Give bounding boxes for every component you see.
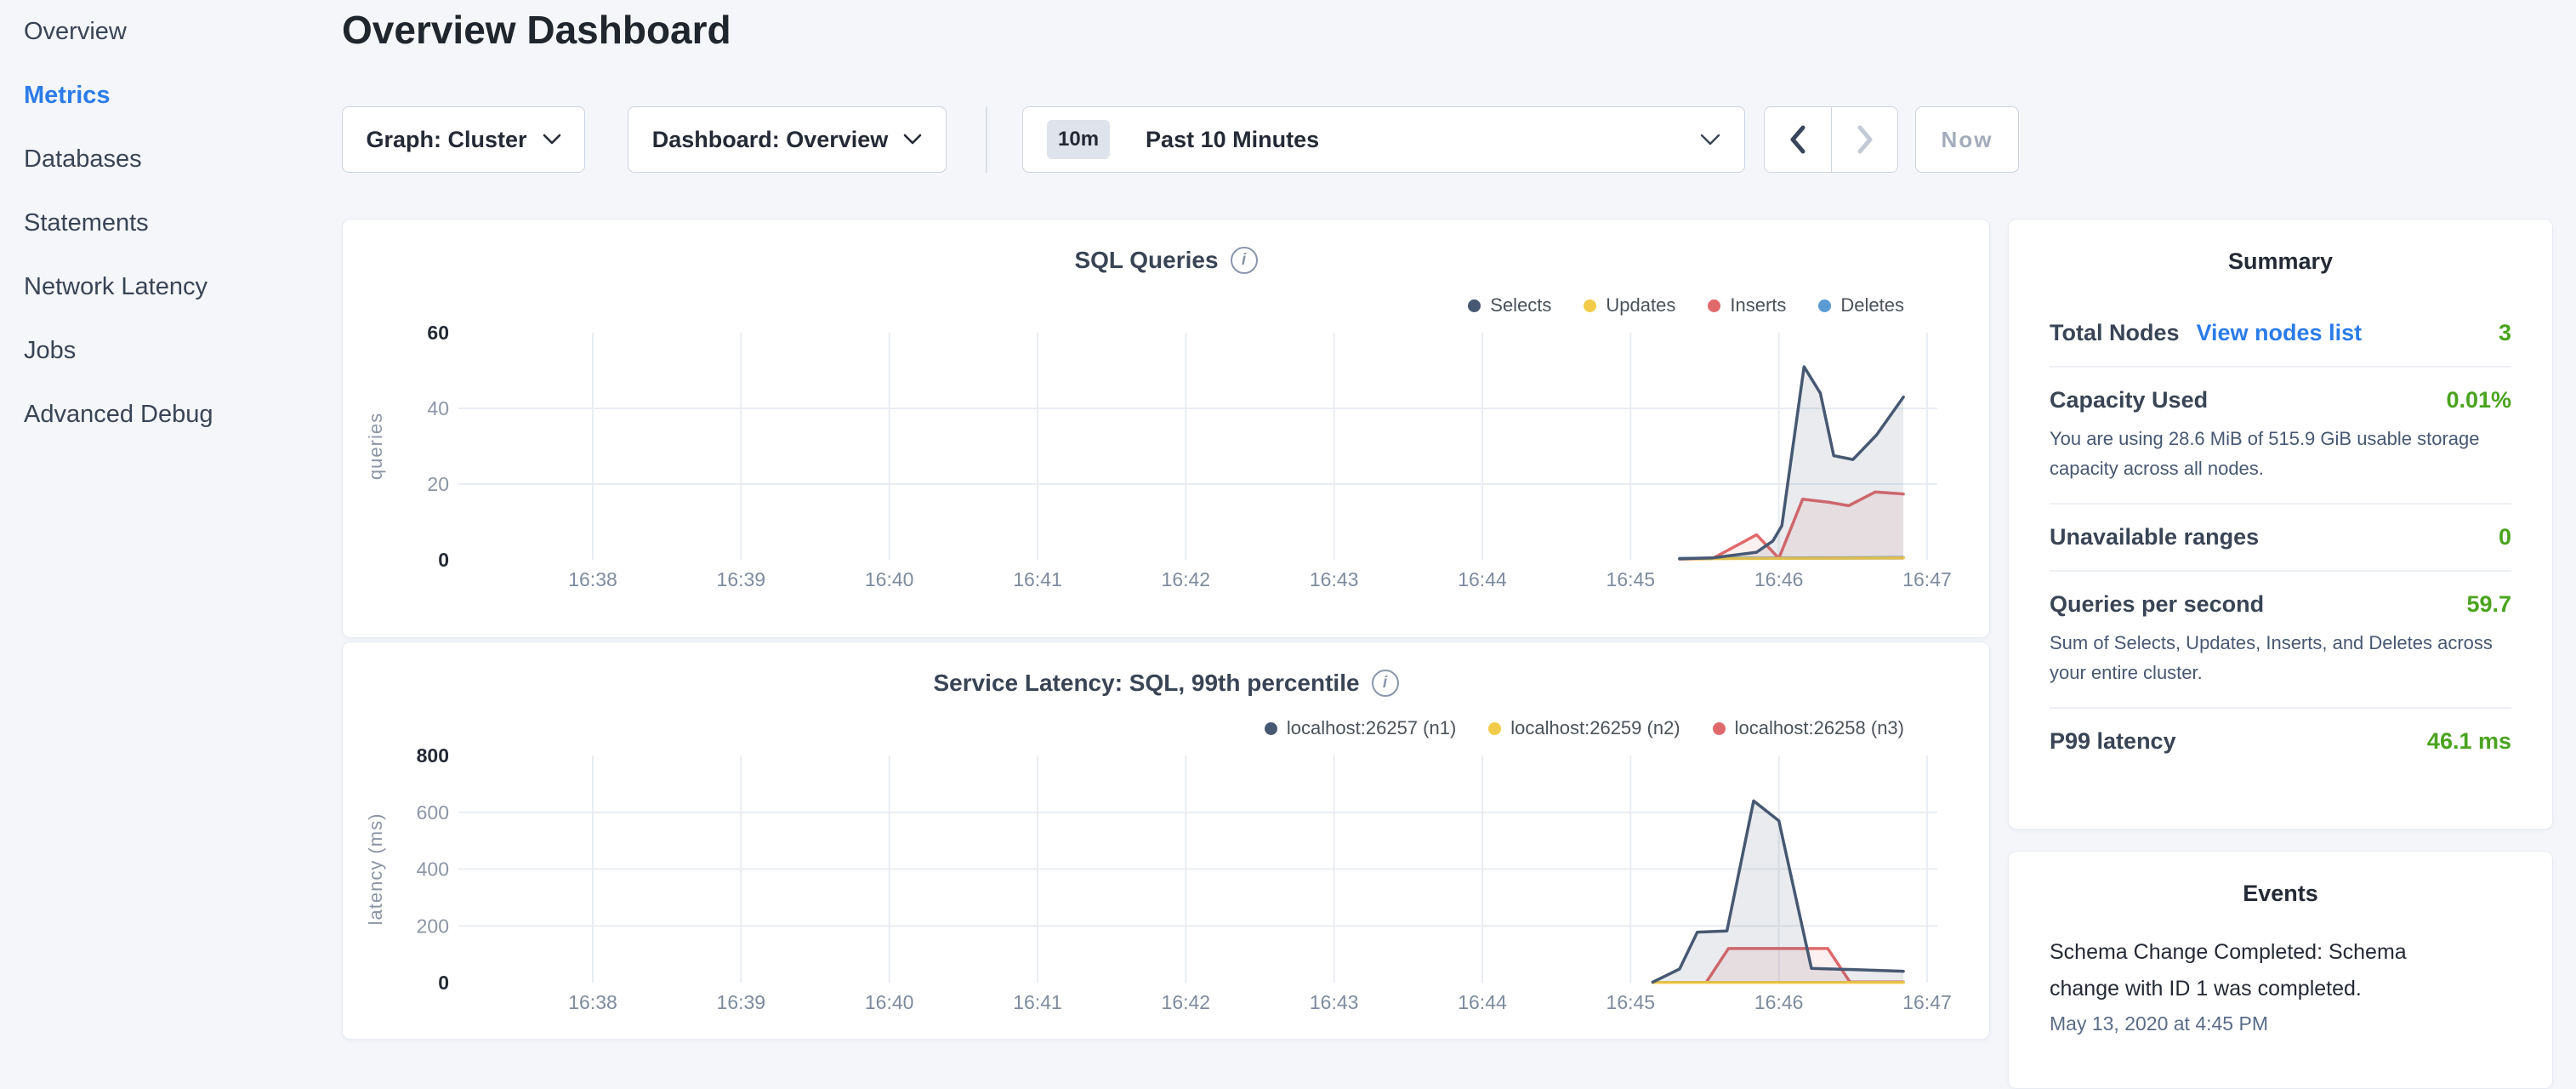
summary-title: Summary bbox=[2050, 248, 2511, 275]
summary-row: Capacity Used 0.01% You are using 28.6 MiB… bbox=[2050, 366, 2511, 503]
svg-text:16:46: 16:46 bbox=[1754, 568, 1804, 590]
view-nodes-link[interactable]: View nodes list bbox=[2197, 320, 2363, 346]
summary-rows: Total Nodes View nodes list 3 Capacity Used… bbox=[2050, 300, 2511, 774]
page-title: Overview Dashboard bbox=[342, 7, 731, 53]
svg-text:16:44: 16:44 bbox=[1458, 991, 1507, 1013]
svg-text:600: 600 bbox=[417, 801, 449, 824]
events-list: Schema Change Completed: Schema change w… bbox=[2050, 934, 2511, 1035]
time-next-button[interactable] bbox=[1831, 107, 1897, 172]
sql-queries-chart-canvas[interactable]: 16:38 16:39 16:40 16:41 16:42 16:43 16:44 16:45… bbox=[343, 220, 1991, 639]
svg-text:16:45: 16:45 bbox=[1606, 568, 1656, 590]
summary-row: Queries per second 59.7 Sum of Selects, Up… bbox=[2050, 570, 2511, 707]
controls-bar: Graph: Cluster Dashboard: Overview 10m P… bbox=[342, 106, 2019, 173]
svg-text:16:46: 16:46 bbox=[1754, 991, 1804, 1013]
svg-text:16:40: 16:40 bbox=[865, 991, 914, 1013]
svg-text:16:42: 16:42 bbox=[1162, 991, 1211, 1013]
sidebar-item-statements[interactable]: Statements bbox=[0, 191, 342, 255]
chevron-down-icon bbox=[543, 134, 561, 145]
svg-text:16:47: 16:47 bbox=[1902, 991, 1952, 1013]
svg-text:16:45: 16:45 bbox=[1606, 991, 1656, 1013]
svg-text:16:43: 16:43 bbox=[1310, 991, 1359, 1013]
summary-subtext: Sum of Selects, Updates, Inserts, and De… bbox=[2050, 628, 2511, 687]
time-range-badge: 10m bbox=[1047, 120, 1110, 159]
time-range-dropdown[interactable]: 10m Past 10 Minutes bbox=[1022, 106, 1745, 173]
summary-panel: Summary Total Nodes View nodes list 3 Capac… bbox=[2008, 219, 2553, 830]
svg-text:200: 200 bbox=[417, 915, 449, 937]
now-button[interactable]: Now bbox=[1915, 106, 2019, 173]
summary-label: Queries per second bbox=[2050, 591, 2264, 618]
svg-text:400: 400 bbox=[417, 858, 449, 881]
svg-text:60: 60 bbox=[427, 322, 449, 344]
svg-text:20: 20 bbox=[427, 473, 449, 495]
sidebar-item-databases[interactable]: Databases bbox=[0, 128, 342, 191]
summary-label: P99 latency bbox=[2050, 728, 2176, 755]
svg-text:16:39: 16:39 bbox=[717, 991, 766, 1013]
sql-queries-chart-card: SQL Queries i SelectsUpdatesInsertsDelet… bbox=[342, 219, 1990, 638]
event-item[interactable]: Schema Change Completed: Schema change w… bbox=[2050, 934, 2511, 1035]
sidebar-nav: OverviewMetricsDatabasesStatementsNetwor… bbox=[0, 0, 342, 447]
dashboard-dropdown[interactable]: Dashboard: Overview bbox=[628, 106, 947, 173]
svg-text:16:39: 16:39 bbox=[717, 568, 766, 590]
summary-label: Unavailable ranges bbox=[2050, 524, 2259, 550]
time-prev-button[interactable] bbox=[1765, 107, 1831, 172]
events-title: Events bbox=[2050, 881, 2511, 907]
svg-text:16:42: 16:42 bbox=[1162, 568, 1211, 590]
chevron-down-icon bbox=[903, 134, 922, 145]
svg-text:16:44: 16:44 bbox=[1458, 568, 1507, 590]
chevron-left-icon bbox=[1788, 125, 1807, 154]
sidebar-item-overview[interactable]: Overview bbox=[0, 0, 342, 64]
service-latency-chart-canvas[interactable]: 16:38 16:39 16:40 16:41 16:42 16:43 16:44 16:45… bbox=[343, 642, 1991, 1041]
svg-text:16:38: 16:38 bbox=[568, 991, 617, 1013]
svg-text:16:40: 16:40 bbox=[865, 568, 914, 590]
summary-label: Total Nodes bbox=[2050, 320, 2180, 346]
events-panel: Events Schema Change Completed: Schema c… bbox=[2008, 851, 2553, 1089]
summary-value: 46.1 ms bbox=[2427, 728, 2511, 755]
svg-text:16:41: 16:41 bbox=[1013, 991, 1062, 1013]
summary-row: Unavailable ranges 0 bbox=[2050, 503, 2511, 570]
service-latency-chart-card: Service Latency: SQL, 99th percentile i … bbox=[342, 641, 1990, 1040]
event-text: Schema Change Completed: Schema change w… bbox=[2050, 934, 2441, 1007]
svg-text:16:38: 16:38 bbox=[568, 568, 617, 590]
sidebar-item-advanced-debug[interactable]: Advanced Debug bbox=[0, 383, 342, 447]
svg-text:queries: queries bbox=[365, 413, 386, 480]
summary-value: 0 bbox=[2499, 524, 2511, 550]
graph-dropdown-label: Graph: Cluster bbox=[366, 127, 526, 153]
summary-value: 3 bbox=[2499, 320, 2511, 346]
time-step-control bbox=[1764, 106, 1898, 173]
svg-text:0: 0 bbox=[438, 972, 449, 994]
svg-text:16:41: 16:41 bbox=[1013, 568, 1062, 590]
summary-value: 59.7 bbox=[2466, 591, 2511, 618]
event-timestamp: May 13, 2020 at 4:45 PM bbox=[2050, 1012, 2511, 1035]
dashboard-dropdown-label: Dashboard: Overview bbox=[652, 127, 889, 153]
svg-text:800: 800 bbox=[417, 744, 449, 767]
svg-text:40: 40 bbox=[427, 397, 449, 419]
sidebar-item-jobs[interactable]: Jobs bbox=[0, 319, 342, 383]
controls-divider bbox=[986, 106, 987, 173]
summary-label: Capacity Used bbox=[2050, 387, 2208, 413]
svg-text:0: 0 bbox=[438, 549, 449, 571]
summary-subtext: You are using 28.6 MiB of 515.9 GiB usab… bbox=[2050, 424, 2511, 483]
svg-text:16:43: 16:43 bbox=[1310, 568, 1359, 590]
svg-text:16:47: 16:47 bbox=[1902, 568, 1952, 590]
chevron-right-icon bbox=[1856, 125, 1874, 154]
summary-value: 0.01% bbox=[2446, 387, 2511, 413]
time-range-label: Past 10 Minutes bbox=[1146, 127, 1319, 153]
summary-row: P99 latency 46.1 ms bbox=[2050, 707, 2511, 774]
sidebar-item-network-latency[interactable]: Network Latency bbox=[0, 255, 342, 319]
svg-text:latency (ms): latency (ms) bbox=[365, 813, 386, 926]
sidebar-item-metrics[interactable]: Metrics bbox=[0, 64, 342, 128]
graph-dropdown[interactable]: Graph: Cluster bbox=[342, 106, 585, 173]
summary-row: Total Nodes View nodes list 3 bbox=[2050, 300, 2511, 366]
chevron-down-icon bbox=[1700, 134, 1720, 146]
